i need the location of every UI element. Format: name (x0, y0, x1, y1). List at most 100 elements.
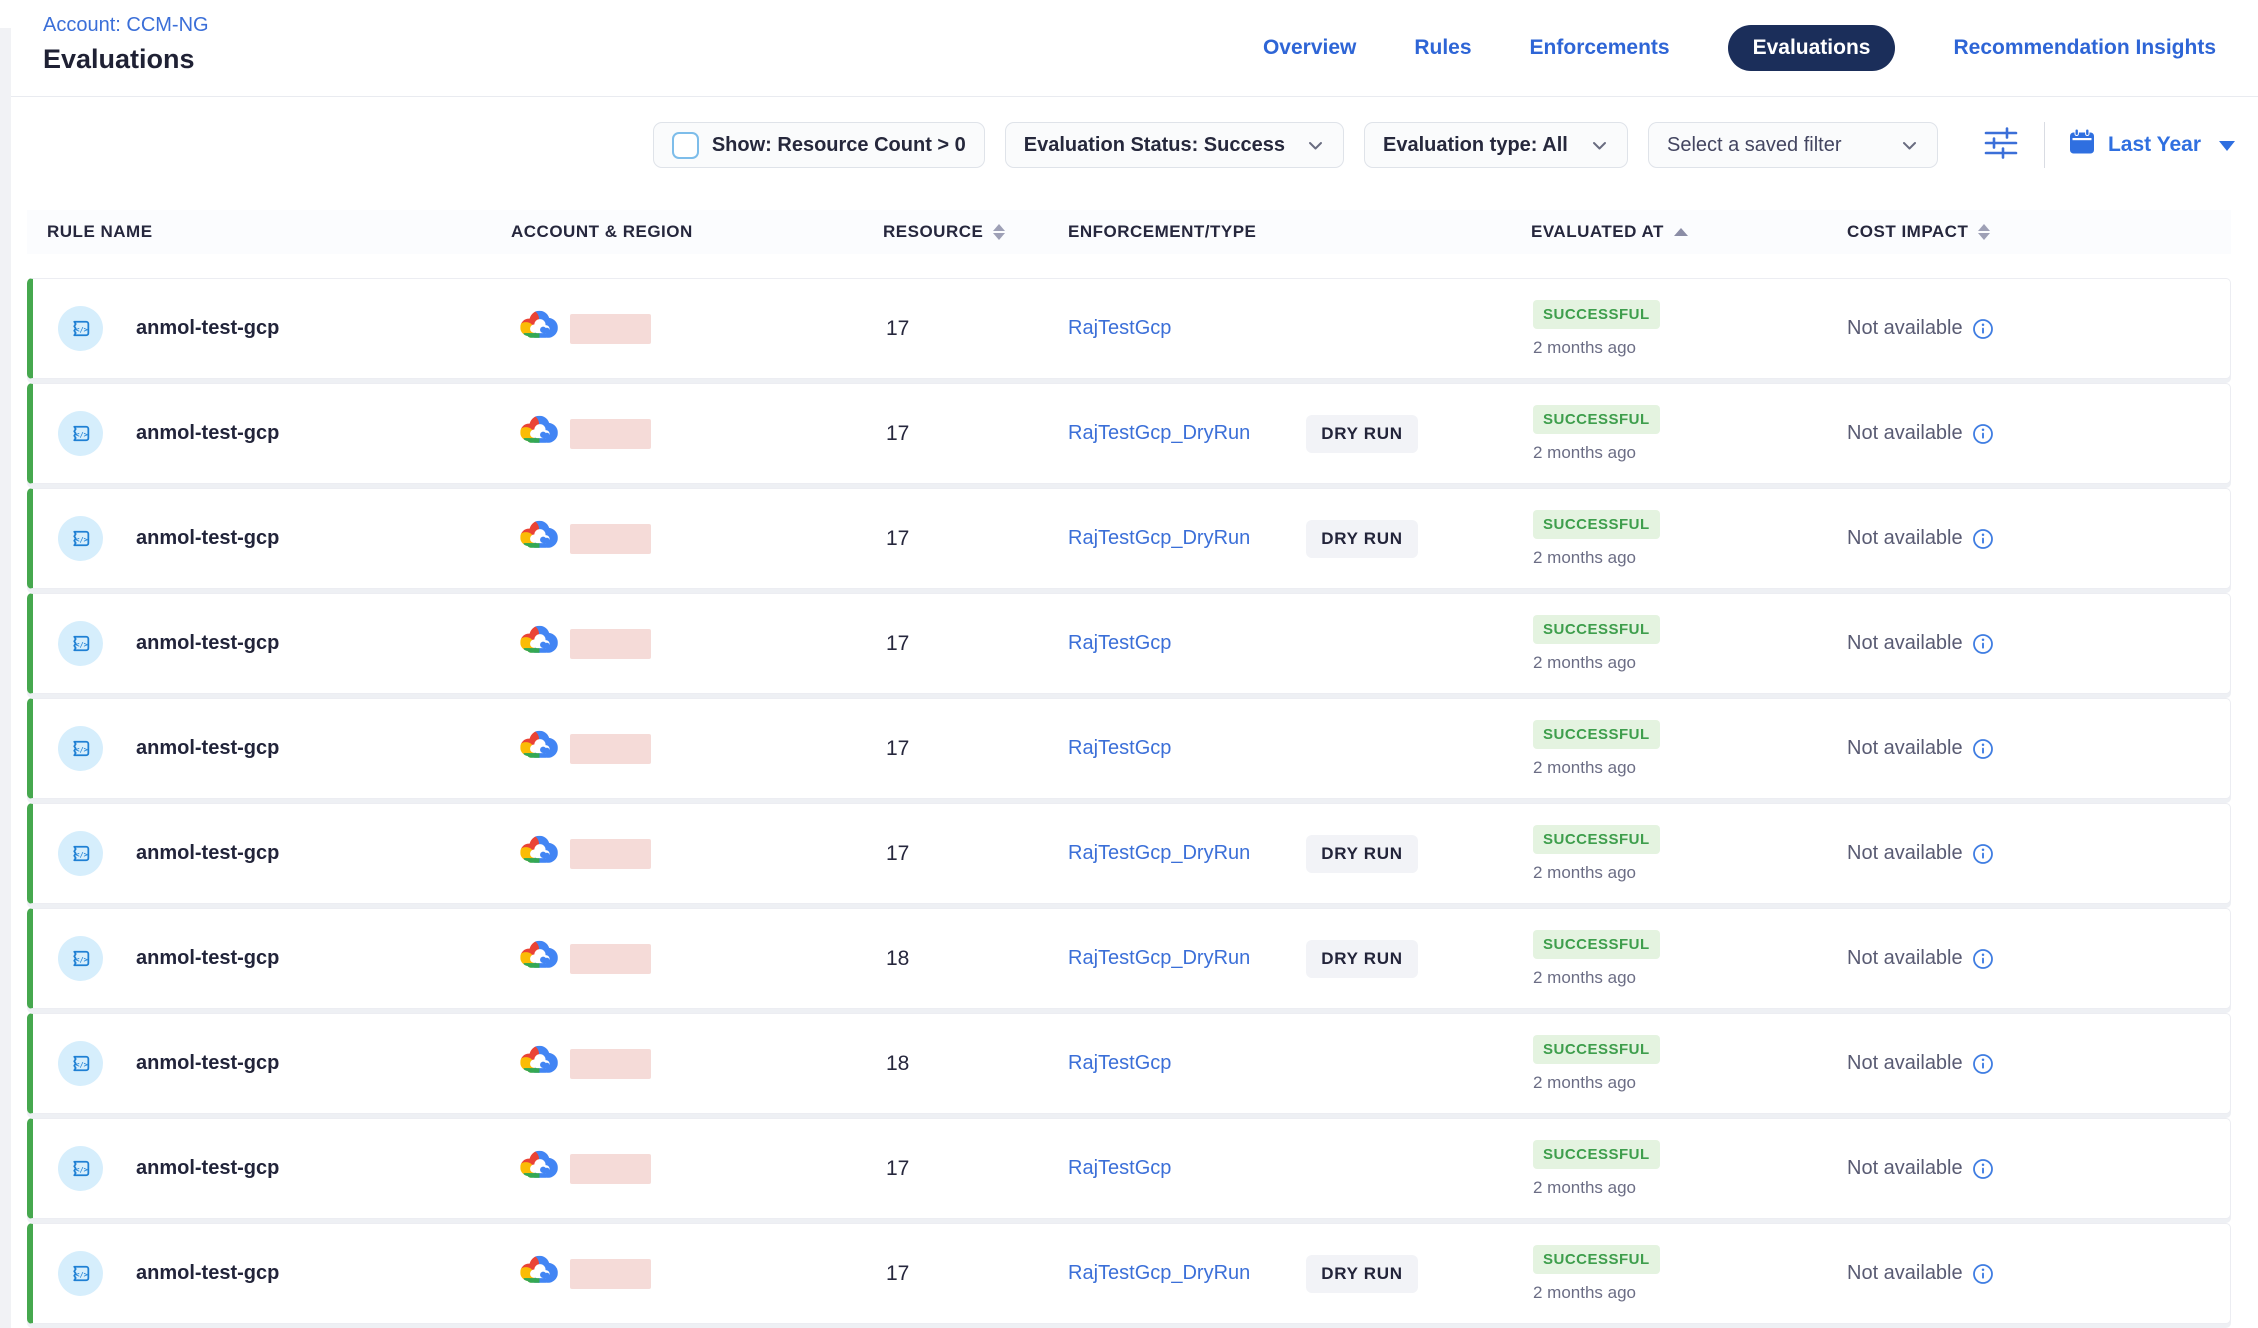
enforcement-link[interactable]: RajTestGcp_DryRun (1068, 947, 1250, 970)
nav-item-recommendation-insights[interactable]: Recommendation Insights (1953, 36, 2216, 60)
rule-icon: </> (58, 1041, 103, 1086)
table-row[interactable]: </> anmol-test-gcp (27, 1013, 2231, 1114)
account-name-redacted (570, 944, 651, 974)
nav-item-rules[interactable]: Rules (1414, 36, 1471, 60)
table-row[interactable]: </> anmol-test-gcp (27, 1118, 2231, 1219)
evaluation-type-dropdown[interactable]: Evaluation type: All (1364, 122, 1628, 168)
rule-icon: </> (58, 1146, 103, 1191)
column-header[interactable]: EVALUATED AT (1531, 222, 1847, 242)
evaluated-time: 2 months ago (1533, 548, 1636, 568)
caret-down-icon (2219, 141, 2235, 151)
table-row[interactable]: </> anmol-test-gcp (27, 698, 2231, 799)
evaluated-at-cell: SUCCESSFUL 2 months ago (1531, 1245, 1847, 1303)
column-header-label: ENFORCEMENT/TYPE (1068, 222, 1256, 242)
rule-name: anmol-test-gcp (136, 737, 279, 760)
enforcement-link[interactable]: RajTestGcp_DryRun (1068, 422, 1250, 445)
page-title: Evaluations (43, 44, 209, 75)
saved-filter-dropdown[interactable]: Select a saved filter (1648, 122, 1938, 168)
evaluated-at-cell: SUCCESSFUL 2 months ago (1531, 510, 1847, 568)
enforcement-link[interactable]: RajTestGcp_DryRun (1068, 527, 1250, 550)
nav-item-evaluations[interactable]: Evaluations (1728, 25, 1896, 71)
enforcement-link[interactable]: RajTestGcp (1068, 317, 1171, 340)
rule-name-cell: </> anmol-test-gcp (33, 516, 511, 561)
status-badge: SUCCESSFUL (1533, 1035, 1660, 1064)
cost-impact-cell: Not available (1847, 317, 2230, 340)
info-icon[interactable] (1972, 948, 1994, 970)
enforcement-link[interactable]: RajTestGcp (1068, 632, 1171, 655)
resource-count: 17 (883, 632, 1068, 656)
account-region-cell (511, 414, 883, 454)
evaluated-at-cell: SUCCESSFUL 2 months ago (1531, 825, 1847, 883)
cost-impact-cell: Not available (1847, 737, 2230, 760)
account-name-redacted (570, 314, 651, 344)
enforcement-link[interactable]: RajTestGcp_DryRun (1068, 1262, 1250, 1285)
show-resource-count-filter[interactable]: Show: Resource Count > 0 (653, 122, 985, 168)
nav-item-overview[interactable]: Overview (1263, 36, 1356, 60)
status-badge: SUCCESSFUL (1533, 1140, 1660, 1169)
dry-run-badge: DRY RUN (1306, 520, 1417, 558)
info-icon[interactable] (1972, 1053, 1994, 1075)
info-icon[interactable] (1972, 1263, 1994, 1285)
table-row[interactable]: </> anmol-test-gcp (27, 278, 2231, 379)
info-icon[interactable] (1972, 633, 1994, 655)
sort-icon[interactable] (1978, 224, 1990, 240)
table-row[interactable]: </> anmol-test-gcp (27, 803, 2231, 904)
resource-count: 17 (883, 422, 1068, 446)
svg-text:</>: </> (75, 956, 87, 964)
info-icon[interactable] (1972, 843, 1994, 865)
table-row[interactable]: </> anmol-test-gcp (27, 383, 2231, 484)
dry-run-badge: DRY RUN (1306, 940, 1417, 978)
sort-ascending-icon[interactable] (1674, 228, 1688, 236)
svg-text:</>: </> (75, 536, 87, 544)
status-badge: SUCCESSFUL (1533, 300, 1660, 329)
account-name-redacted (570, 524, 651, 554)
rule-name-cell: </> anmol-test-gcp (33, 411, 511, 456)
account-name-redacted (570, 629, 651, 659)
gcp-logo-icon (518, 939, 561, 979)
rule-name-cell: </> anmol-test-gcp (33, 936, 511, 981)
info-icon[interactable] (1972, 528, 1994, 550)
gcp-logo-icon (518, 309, 561, 349)
evaluation-status-value: Evaluation Status: Success (1024, 134, 1285, 157)
cost-impact-value: Not available (1847, 842, 1963, 865)
info-icon[interactable] (1972, 318, 1994, 340)
evaluation-type-value: Evaluation type: All (1383, 134, 1568, 157)
enforcement-link[interactable]: RajTestGcp_DryRun (1068, 842, 1250, 865)
column-header[interactable]: RESOURCE (883, 222, 1068, 242)
info-icon[interactable] (1972, 1158, 1994, 1180)
enforcement-link[interactable]: RajTestGcp (1068, 1157, 1171, 1180)
resource-count-checkbox[interactable] (672, 132, 699, 159)
date-range-picker[interactable]: Last Year (2067, 127, 2235, 163)
enforcement-cell: RajTestGcp_DryRun DRY RUN (1068, 1255, 1531, 1293)
resource-count-checkbox-label: Show: Resource Count > 0 (712, 134, 966, 157)
table-row[interactable]: </> anmol-test-gcp (27, 488, 2231, 589)
evaluated-at-cell: SUCCESSFUL 2 months ago (1531, 1140, 1847, 1198)
evaluated-time: 2 months ago (1533, 1073, 1636, 1093)
nav-item-enforcements[interactable]: Enforcements (1530, 36, 1670, 60)
column-header[interactable]: COST IMPACT (1847, 222, 2231, 242)
column-header: RULE NAME (33, 222, 511, 242)
info-icon[interactable] (1972, 423, 1994, 445)
table-row[interactable]: </> anmol-test-gcp (27, 593, 2231, 694)
dry-run-badge: DRY RUN (1306, 1255, 1417, 1293)
gcp-logo-icon (518, 729, 561, 769)
evaluation-status-dropdown[interactable]: Evaluation Status: Success (1005, 122, 1344, 168)
table-row[interactable]: </> anmol-test-gcp (27, 908, 2231, 1009)
enforcement-link[interactable]: RajTestGcp (1068, 1052, 1171, 1075)
info-icon[interactable] (1972, 738, 1994, 760)
gcp-logo-icon (518, 1149, 561, 1189)
filter-settings-button[interactable] (1980, 122, 2022, 169)
sort-icon[interactable] (993, 224, 1005, 240)
account-name-redacted (570, 1049, 651, 1079)
breadcrumb[interactable]: Account: CCM-NG (43, 14, 209, 37)
svg-text:</>: </> (75, 1166, 87, 1174)
enforcement-link[interactable]: RajTestGcp (1068, 737, 1171, 760)
filter-bar: Show: Resource Count > 0 Evaluation Stat… (0, 97, 2258, 168)
account-name-redacted (570, 734, 651, 764)
account-region-cell (511, 1044, 883, 1084)
saved-filter-placeholder: Select a saved filter (1667, 134, 1842, 157)
resource-count: 17 (883, 1262, 1068, 1286)
resource-count: 17 (883, 527, 1068, 551)
table-row[interactable]: </> anmol-test-gcp (27, 1223, 2231, 1324)
status-badge: SUCCESSFUL (1533, 405, 1660, 434)
